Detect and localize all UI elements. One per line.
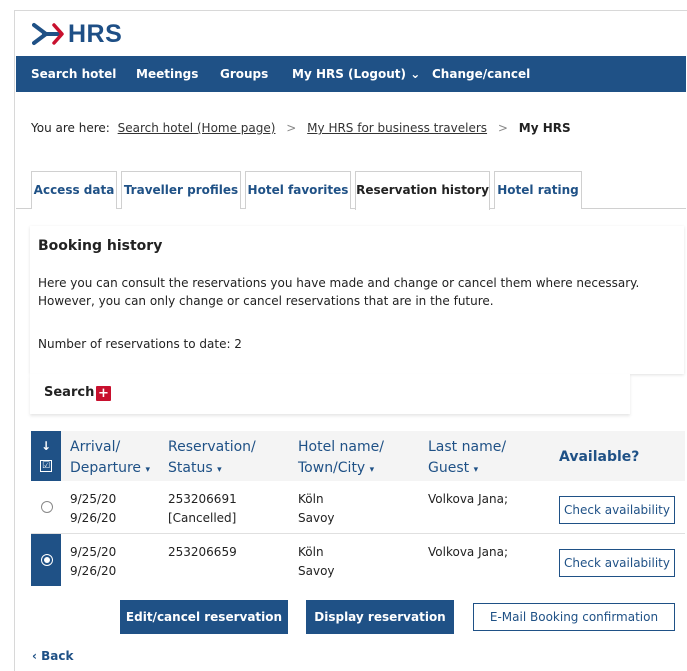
- cell-arrival: 9/25/20: [70, 545, 117, 559]
- header-town: Town/City: [298, 460, 366, 476]
- main-navigation: Search hotel Meetings Groups My HRS (Log…: [16, 56, 686, 92]
- header-arrival: Arrival/: [70, 439, 121, 455]
- cell-status: [Cancelled]: [168, 511, 237, 525]
- cell-reservation: 253206659: [168, 543, 237, 562]
- table-header: ↓ ☑ Arrival/ Departure ▾ Reservation/ St…: [31, 431, 685, 481]
- header-status: Status: [168, 460, 213, 476]
- breadcrumb: You are here: Search hotel (Home page) >…: [31, 121, 571, 135]
- nav-groups[interactable]: Groups: [220, 56, 268, 92]
- header-hotel: Hotel name/: [298, 439, 384, 455]
- row-radio-button[interactable]: [41, 501, 53, 513]
- booking-history-title: Booking history: [38, 238, 163, 254]
- nav-my-hrs[interactable]: My HRS (Logout) ⌄: [292, 56, 420, 92]
- breadcrumb-link-home[interactable]: Search hotel (Home page): [118, 121, 276, 135]
- header-reservation-status[interactable]: Reservation/ Status ▾: [168, 437, 256, 481]
- cell-town: Köln: [298, 492, 324, 506]
- tab-hotel-favorites[interactable]: Hotel favorites: [245, 171, 351, 209]
- tab-access-data[interactable]: Access data: [31, 171, 117, 209]
- hrs-logo-icon: [32, 22, 64, 45]
- cell-guest: Volkova Jana;: [428, 492, 508, 506]
- search-section: Search +: [30, 374, 630, 414]
- display-reservation-button[interactable]: Display reservation: [306, 600, 454, 634]
- header-select-column: ↓ ☑: [31, 431, 61, 481]
- sort-caret-icon: ▾: [145, 465, 151, 475]
- breadcrumb-separator: >: [497, 121, 508, 135]
- email-booking-confirmation-button[interactable]: E-Mail Booking confirmation: [473, 603, 675, 631]
- header-arrival-departure[interactable]: Arrival/ Departure ▾: [70, 437, 150, 481]
- cell-arrival: 9/25/20: [70, 492, 117, 506]
- search-label: Search: [44, 385, 95, 400]
- cell-departure: 9/26/20: [70, 564, 117, 578]
- tab-reservation-history[interactable]: Reservation history: [355, 171, 490, 210]
- logo-text: HRS: [68, 20, 123, 48]
- table-row[interactable]: 9/25/20 9/26/20 253206691 [Cancelled] Kö…: [31, 481, 685, 533]
- header-available: Available?: [559, 449, 640, 465]
- cell-hotel: Köln Savoy: [298, 490, 335, 528]
- nav-search-hotel[interactable]: Search hotel: [31, 56, 116, 92]
- reservation-count: Number of reservations to date: 2: [38, 337, 242, 351]
- sort-arrow-icon[interactable]: ↓: [41, 439, 51, 453]
- cell-reservation-number: 253206659: [168, 545, 237, 559]
- row-radio-button-selected[interactable]: [41, 554, 53, 566]
- breadcrumb-separator: >: [286, 121, 297, 135]
- cell-hotel: Köln Savoy: [298, 543, 335, 581]
- booking-history-description: Here you can consult the reservations yo…: [38, 276, 640, 308]
- edit-cancel-reservation-button[interactable]: Edit/cancel reservation: [120, 600, 288, 634]
- breadcrumb-link-business[interactable]: My HRS for business travelers: [307, 121, 487, 135]
- cell-dates: 9/25/20 9/26/20: [70, 490, 116, 528]
- check-availability-button[interactable]: Check availability: [559, 549, 675, 577]
- header-departure: Departure: [70, 460, 142, 476]
- expand-search-plus-icon[interactable]: +: [96, 386, 111, 401]
- cell-reservation-number: 253206691: [168, 492, 237, 506]
- breadcrumb-prefix: You are here:: [31, 121, 110, 135]
- tab-hotel-rating[interactable]: Hotel rating: [494, 171, 582, 209]
- cell-dates: 9/25/20 9/26/20: [70, 543, 116, 581]
- header-guest: Guest: [428, 460, 470, 476]
- select-all-checkbox-icon[interactable]: ☑: [40, 460, 52, 472]
- back-link[interactable]: ‹ Back: [32, 649, 73, 663]
- sort-caret-icon: ▾: [217, 465, 222, 475]
- booking-history-panel: Booking history Here you can consult the…: [30, 226, 684, 374]
- nav-change-cancel[interactable]: Change/cancel: [432, 56, 530, 92]
- check-availability-button[interactable]: Check availability: [559, 496, 675, 524]
- row-select-column: [31, 534, 61, 586]
- nav-meetings[interactable]: Meetings: [136, 56, 198, 92]
- cell-town: Köln: [298, 545, 324, 559]
- tab-traveller-profiles[interactable]: Traveller profiles: [121, 171, 241, 209]
- row-select-column: [31, 481, 61, 533]
- cell-departure: 9/26/20: [70, 511, 117, 525]
- hrs-logo[interactable]: HRS: [32, 20, 122, 49]
- table-row[interactable]: 9/25/20 9/26/20 253206659 Köln Savoy Vol…: [31, 534, 685, 586]
- cell-hotel-name: Savoy: [298, 511, 335, 525]
- header-reservation: Reservation/: [168, 439, 256, 455]
- header-lastname-guest[interactable]: Last name/ Guest ▾: [428, 437, 506, 481]
- header-lastname: Last name/: [428, 439, 507, 455]
- sort-caret-icon: ▾: [369, 465, 375, 475]
- cell-reservation: 253206691 [Cancelled]: [168, 490, 237, 528]
- breadcrumb-current: My HRS: [518, 121, 571, 135]
- cell-guest: Volkova Jana;: [428, 545, 508, 559]
- sort-caret-icon: ▾: [473, 465, 479, 475]
- header-hotel-town[interactable]: Hotel name/ Town/City ▾: [298, 437, 384, 481]
- cell-hotel-name: Savoy: [298, 564, 335, 578]
